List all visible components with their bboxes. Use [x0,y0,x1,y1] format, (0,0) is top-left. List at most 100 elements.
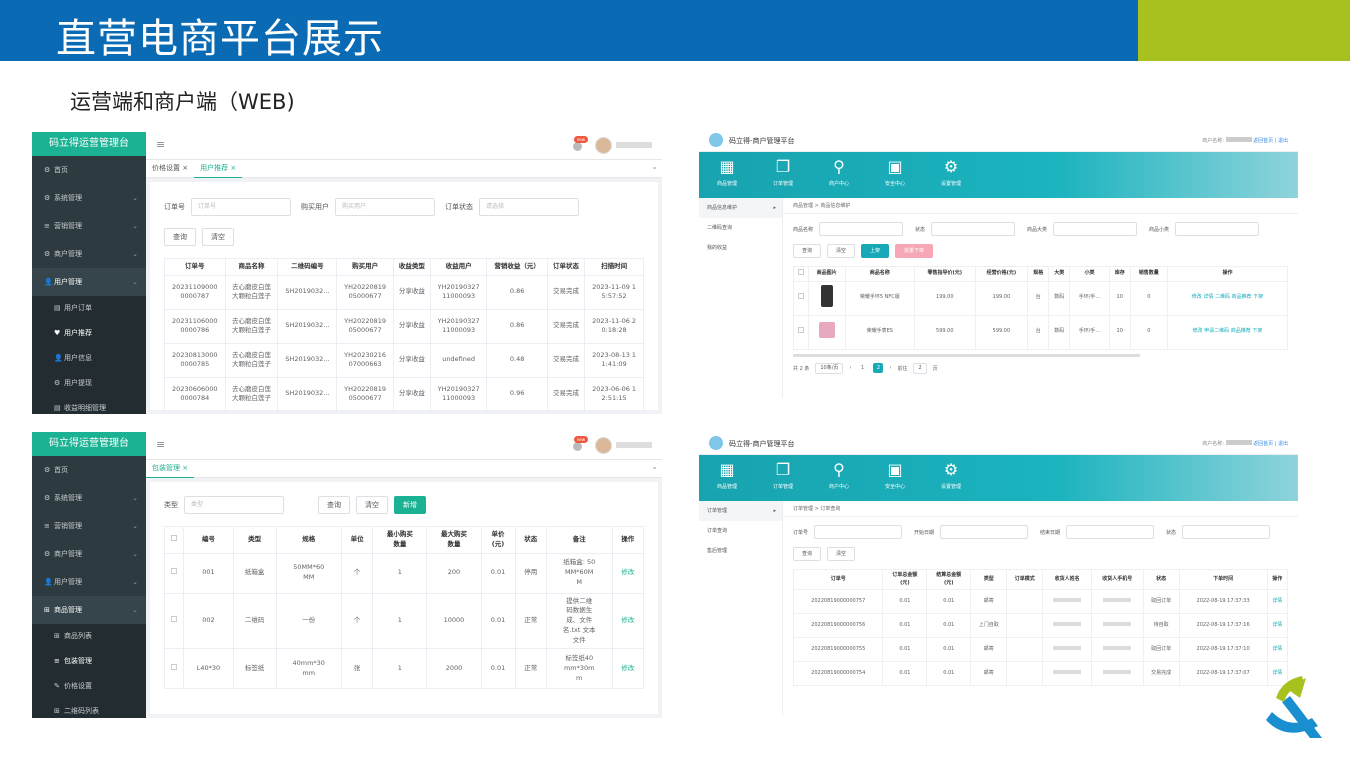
tab-packaging[interactable]: 包装管理 × [146,460,195,478]
table-cell [1090,613,1144,638]
table-cell[interactable]: 修改 [611,648,644,690]
status-select[interactable] [1182,525,1271,539]
sidebar-item[interactable]: ✎ 价格设置 [32,674,146,699]
table-cell[interactable]: 修改 详情 二维码 商品推荐 下架 [1166,280,1289,316]
page-2[interactable]: 2 [873,363,884,373]
tab-price-settings[interactable]: 价格设置 × [146,160,194,177]
clear-button[interactable]: 清空 [356,496,388,514]
bell-icon[interactable] [573,142,582,151]
table-cell[interactable]: 详情 [1266,637,1289,662]
checkbox[interactable] [171,616,178,622]
sidebar-item[interactable]: ⚙ 用户提现 [32,371,146,396]
category-select[interactable] [1053,222,1138,236]
next-page[interactable]: › [889,365,891,371]
sidebar-item[interactable]: 👤用户管理 ⌄ [32,568,146,596]
sidebar-item[interactable]: ⚙ 商户管理 ⌄ [32,240,146,268]
sidebar-item[interactable]: 商品信息维护 ▸ [699,198,782,218]
clear-button[interactable]: 清空 [202,228,234,246]
name-input[interactable] [819,222,904,236]
sidebar-item[interactable]: 👤用户管理 ⌄ [32,268,146,296]
nav-item[interactable]: ⚲ 商户中心 [819,461,859,491]
subcategory-select[interactable] [1175,222,1260,236]
search-button[interactable]: 查询 [164,228,196,246]
end-date-input[interactable] [1066,525,1155,539]
sidebar-item[interactable]: 二维码查询 [699,218,782,238]
sidebar-item[interactable]: ⊞ 二维码列表 [32,699,146,718]
nav-item[interactable]: ⚙ 设置管理 [931,461,971,491]
sidebar-item[interactable]: ▤ 收益明细管理 [32,396,146,414]
search-button[interactable]: 查询 [793,547,822,561]
sidebar-item[interactable]: ≡ 营销管理 ⌄ [32,512,146,540]
page-1[interactable]: 1 [857,363,867,373]
avatar[interactable] [595,437,612,454]
sidebar-item[interactable]: ⚙ 首页 [32,456,146,484]
list-button[interactable]: 上架 [861,244,890,258]
start-date-input[interactable] [940,525,1029,539]
table-cell: 002 [183,592,234,650]
company-logo-icon [1266,676,1322,738]
home-logout-links[interactable]: 返回首页 | 退出 [1253,138,1288,144]
checkbox[interactable] [171,534,178,541]
bell-icon[interactable] [573,442,582,451]
nav-item[interactable]: ▣ 安全中心 [875,158,915,188]
sidebar-item[interactable]: 👤用户信息 [32,346,146,371]
nav-item[interactable]: ⚲ 商户中心 [819,158,859,188]
sidebar-item[interactable]: 订单查询 [699,521,782,541]
sidebar-item[interactable]: ⚙ 系统管理 ⌄ [32,484,146,512]
nav-item[interactable]: ❐ 订单管理 [763,461,803,491]
nav-item[interactable]: ❐ 订单管理 [763,158,803,188]
sidebar-item[interactable]: ⊞ 商品管理 ⌄ [32,596,146,624]
search-button[interactable]: 查询 [318,496,350,514]
tab-user-recommend[interactable]: 用户推荐 × [194,160,243,178]
sidebar-item[interactable]: 我的收益 [699,238,782,258]
clear-button[interactable]: 清空 [827,547,856,561]
table-cell[interactable]: 详情 [1266,589,1289,614]
status-select[interactable] [931,222,1016,236]
prev-page[interactable]: ‹ [849,365,851,371]
table-cell[interactable]: 修改 [611,592,644,650]
column-header [163,526,185,554]
nav-item[interactable]: ▣ 安全中心 [875,461,915,491]
checkbox[interactable] [171,568,178,575]
chevron-down-icon[interactable]: ⌄ [651,462,658,471]
checkbox[interactable] [171,663,178,670]
clear-button[interactable]: 清空 [827,244,856,258]
sidebar-item[interactable]: 订单管理 ▸ [699,501,782,521]
avatar[interactable] [595,137,612,154]
table-cell[interactable]: 详情 [1266,613,1289,638]
sidebar-item[interactable]: ≡ 营销管理 ⌄ [32,212,146,240]
sidebar-item[interactable]: ≡ 包装管理 [32,649,146,674]
order-no-input[interactable]: 订单号 [191,198,291,216]
order-status-select[interactable]: 请选择 [479,198,579,216]
sidebar-item[interactable]: ⚙ 商户管理 ⌄ [32,540,146,568]
chevron-down-icon[interactable]: ⌄ [651,162,658,171]
page-subtitle: 运营端和商户端（WEB) [70,90,295,114]
type-input[interactable]: 类型 [184,496,284,514]
batch-delist-button[interactable]: 批量下架 [895,244,934,258]
horizontal-scrollbar[interactable] [793,353,1140,357]
order-no-input[interactable] [814,525,903,539]
buyer-input[interactable]: 购买用户 [335,198,435,216]
goto-input[interactable]: 2 [913,362,927,374]
nav-item[interactable]: ▦ 商品管理 [707,461,747,491]
checkbox[interactable] [797,293,804,300]
search-button[interactable]: 查询 [793,244,822,258]
checkbox[interactable] [797,327,804,334]
sidebar-item[interactable]: ♥ 用户推荐 [32,321,146,346]
sidebar-item[interactable]: ▤ 用户订单 [32,296,146,321]
sidebar-item[interactable]: ⊞ 商品列表 [32,624,146,649]
table-cell[interactable]: 修改 申请二维码 商品推荐 下架 [1166,314,1289,350]
hamburger-icon[interactable]: ≡ [156,138,165,151]
sidebar-item[interactable]: ⚙ 系统管理 ⌄ [32,184,146,212]
sidebar-item[interactable]: ⚙ 首页 [32,156,146,184]
checkbox[interactable] [797,269,804,275]
sidebar-item[interactable]: 售后管理 [699,541,782,561]
hamburger-icon[interactable]: ≡ [156,438,165,451]
nav-item[interactable]: ⚙ 设置管理 [931,158,971,188]
table-cell[interactable]: 修改 [611,552,644,594]
sidebar-item-label: 订单管理 [707,508,728,514]
nav-item[interactable]: ▦ 商品管理 [707,158,747,188]
add-button[interactable]: 新增 [394,496,426,514]
home-logout-links[interactable]: 返回首页 | 退出 [1253,441,1288,447]
page-size-select[interactable]: 10条/页 [815,362,844,374]
